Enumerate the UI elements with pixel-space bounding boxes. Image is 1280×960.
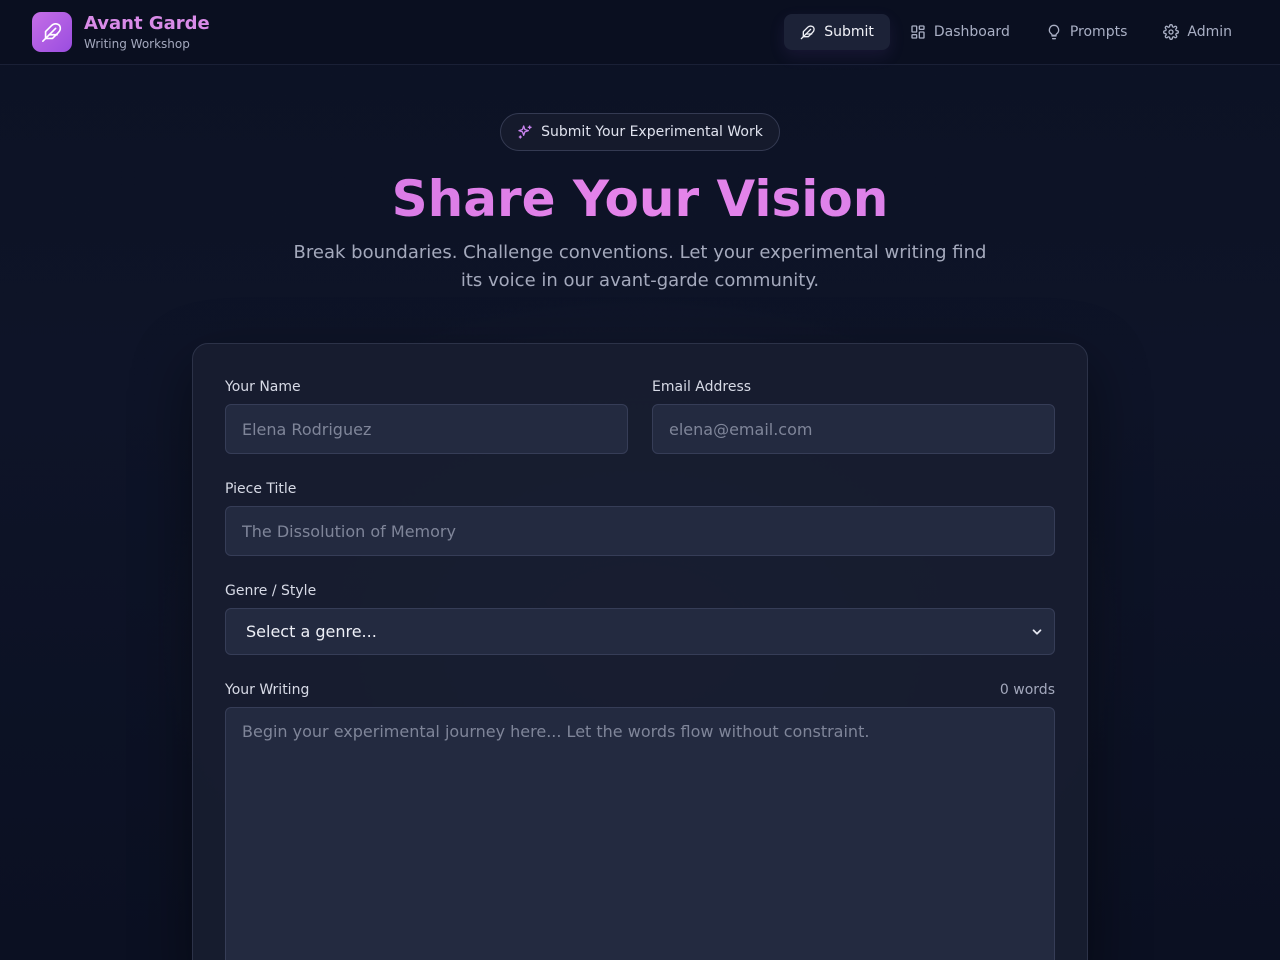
- nav-dashboard-label: Dashboard: [933, 24, 1010, 40]
- genre-label: Genre / Style: [225, 583, 317, 599]
- page-title: Share Your Vision: [0, 168, 1280, 230]
- genre-select[interactable]: Select a genre...: [225, 608, 1055, 655]
- nav-admin[interactable]: Admin: [1147, 14, 1248, 50]
- genre-selected-value: Select a genre...: [246, 622, 377, 641]
- feather-logo-icon: [32, 12, 72, 52]
- grid-icon: [911, 25, 925, 39]
- chevron-down-icon: [1032, 629, 1042, 635]
- gear-icon: [1163, 24, 1180, 40]
- brand-title: Avant Garde: [84, 12, 210, 34]
- feather-icon: [800, 25, 815, 40]
- nav-admin-label: Admin: [1187, 24, 1232, 40]
- writing-label: Your Writing: [225, 682, 310, 698]
- page-description: Break boundaries. Challenge conventions.…: [293, 242, 987, 291]
- writing-textarea[interactable]: [225, 707, 1055, 960]
- brand[interactable]: Avant Garde Writing Workshop: [32, 12, 210, 52]
- nav-prompts[interactable]: Prompts: [1030, 14, 1144, 50]
- sparkles-icon: [518, 125, 532, 139]
- email-input[interactable]: [652, 404, 1055, 454]
- submission-form-card: Your Name Email Address Piece Title Genr…: [192, 343, 1088, 960]
- name-label: Your Name: [225, 379, 301, 395]
- submit-badge: Submit Your Experimental Work: [500, 113, 780, 151]
- name-input[interactable]: [225, 404, 628, 454]
- lightbulb-icon: [1048, 24, 1060, 40]
- nav-prompts-label: Prompts: [1069, 24, 1128, 40]
- submit-badge-label: Submit Your Experimental Work: [541, 124, 763, 140]
- email-label: Email Address: [652, 379, 752, 395]
- nav-submit-label: Submit: [824, 24, 874, 40]
- nav-dashboard[interactable]: Dashboard: [894, 14, 1026, 50]
- main-nav: Submit Dashboard Prompts Admin: [780, 14, 1248, 50]
- piece-title-label: Piece Title: [225, 481, 297, 497]
- word-count: 0 words: [999, 682, 1055, 698]
- piece-title-input[interactable]: [225, 506, 1055, 556]
- brand-subtitle: Writing Workshop: [84, 36, 190, 51]
- nav-submit[interactable]: Submit: [784, 14, 890, 50]
- top-bar: Avant Garde Writing Workshop Submit Dash…: [0, 0, 1280, 65]
